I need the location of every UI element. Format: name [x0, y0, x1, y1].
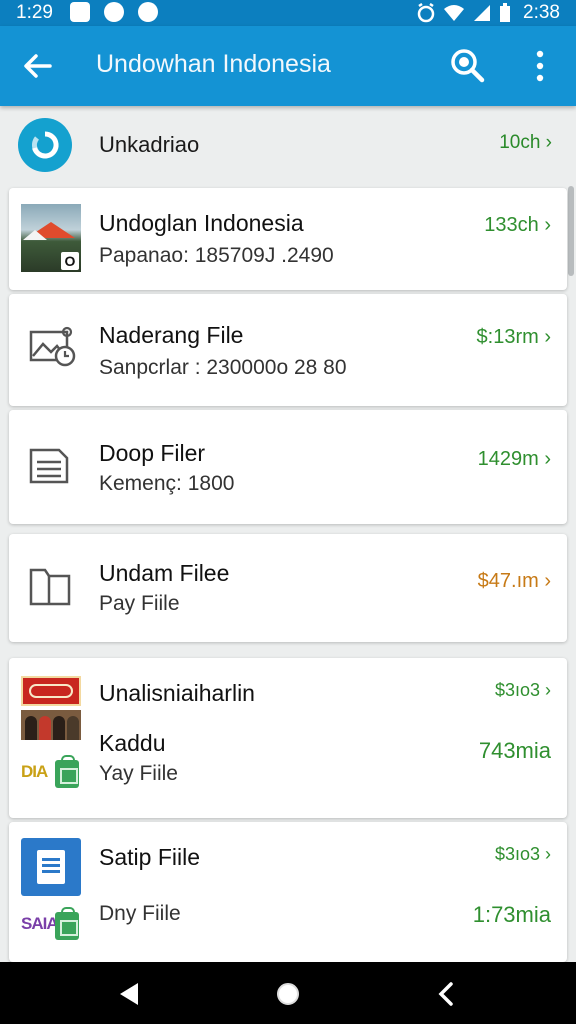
- item-meta-bottom: 743mia: [478, 738, 551, 763]
- item-title: Unalisniaiharlin: [99, 680, 255, 706]
- item-meta: $:13rm ›: [476, 326, 551, 348]
- item-meta-top: $3ıo3 ›: [494, 680, 551, 700]
- arrow-left-icon[interactable]: [20, 48, 56, 84]
- photo-thumbnail: [21, 710, 81, 740]
- item-title: Satip Fiile: [99, 844, 200, 870]
- docs-icon: [21, 838, 81, 896]
- system-nav-bar: [0, 962, 576, 1024]
- item-title: Naderang File: [99, 322, 244, 348]
- list-item[interactable]: Undam Filee Pay Fiile $47.ım ›: [9, 534, 567, 642]
- item-highlight: Kaddu: [99, 730, 166, 756]
- nav-recents-icon[interactable]: [434, 981, 460, 1007]
- item-title: Undam Filee: [99, 560, 230, 586]
- store-logo: DIA: [21, 755, 81, 790]
- logo-text: SAIA: [21, 914, 59, 933]
- item-subtitle: Dny Fiile: [99, 902, 181, 925]
- store-logo: SAIA: [21, 907, 81, 942]
- item-meta: $47.ım ›: [477, 570, 551, 592]
- sync-icon: [18, 118, 72, 172]
- item-subtitle: Kemenç: 1800: [99, 472, 235, 495]
- folder-icon: [29, 568, 71, 606]
- status-time: 1:29: [16, 2, 53, 23]
- status-time-right: 2:38: [523, 2, 560, 23]
- list-item[interactable]: O Undoglan Indonesia Papanao: 185709J .2…: [9, 188, 567, 290]
- sync-row[interactable]: Unkadriao 10ch ›: [0, 112, 576, 178]
- battery-icon: [500, 3, 511, 22]
- search-icon[interactable]: [448, 46, 486, 84]
- image-file-icon: [29, 326, 76, 367]
- item-title: Doop Filer: [99, 440, 206, 466]
- app-toolbar: Undowhan Indonesia: [0, 26, 576, 106]
- whatsapp-icon: [104, 2, 124, 22]
- messenger-icon: [138, 2, 158, 22]
- banner-thumbnail: [21, 676, 81, 706]
- item-subtitle: Papanao: 185709J .2490: [99, 244, 334, 267]
- list-item[interactable]: Doop Filer Kemenç: 1800 1429m ›: [9, 410, 567, 524]
- list-item[interactable]: SAIA Satip Fiile Dny Fiile $3ıo3 › 1:73m…: [9, 822, 567, 962]
- item-meta-bottom: 1:73mia: [472, 902, 551, 927]
- item-title: Undoglan Indonesia: [99, 210, 304, 236]
- signal-icon: [474, 5, 491, 21]
- scrollbar[interactable]: [568, 186, 574, 276]
- photo-icon: [70, 2, 90, 22]
- item-subtitle: Yay Fiile: [99, 762, 178, 785]
- item-subtitle: Pay Fiile: [99, 592, 180, 615]
- shopping-bag-icon: [55, 907, 79, 940]
- item-subtitle: Sanpcrlar : 230000o 28 80: [99, 356, 347, 379]
- sync-row-label: Unkadriao: [99, 132, 200, 157]
- nav-back-icon[interactable]: [116, 981, 142, 1007]
- item-meta: 1429m ›: [477, 448, 551, 470]
- status-bar: 1:29 2:38: [0, 0, 576, 26]
- item-thumbnail: O: [21, 204, 81, 272]
- wifi-icon: [444, 5, 465, 21]
- item-meta: 133ch ›: [484, 214, 551, 236]
- item-meta-top: $3ıo3 ›: [494, 844, 551, 864]
- logo-text: DIA: [21, 762, 48, 781]
- shopping-bag-icon: [55, 755, 79, 788]
- thumbnail-badge: O: [61, 252, 79, 270]
- list-item[interactable]: Naderang File Sanpcrlar : 230000o 28 80 …: [9, 294, 567, 406]
- document-icon: [29, 448, 69, 484]
- nav-home-icon[interactable]: [275, 981, 301, 1007]
- toolbar-title: Undowhan Indonesia: [96, 50, 331, 78]
- list-item[interactable]: DIA Unalisniaiharlin Kaddu Yay Fiile $3ı…: [9, 658, 567, 818]
- more-vert-icon[interactable]: [530, 48, 550, 84]
- sync-row-meta: 10ch ›: [499, 132, 552, 153]
- alarm-icon: [417, 3, 435, 23]
